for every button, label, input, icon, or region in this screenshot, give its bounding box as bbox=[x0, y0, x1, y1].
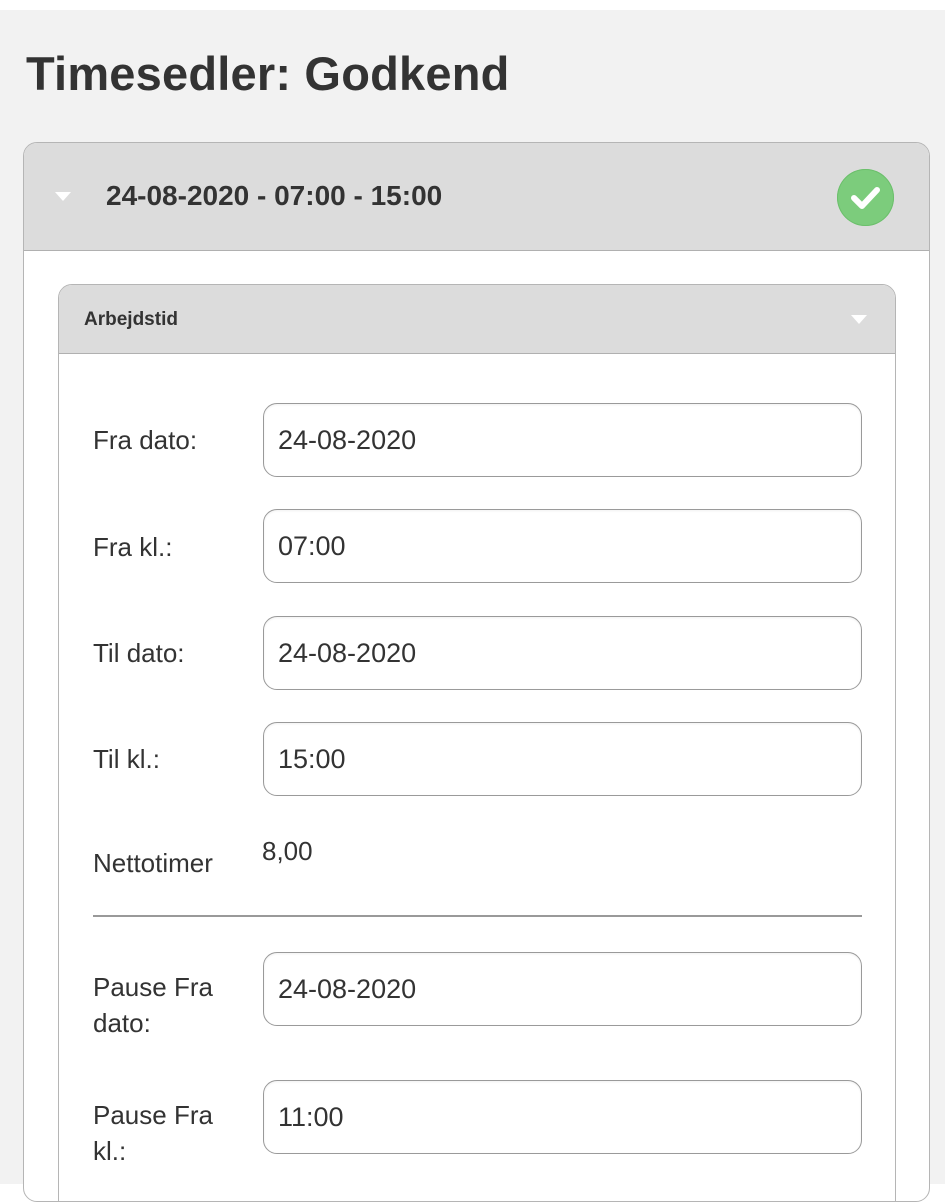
section-divider bbox=[93, 915, 862, 917]
caret-down-icon[interactable] bbox=[851, 315, 867, 324]
til-kl-label: Til kl.: bbox=[93, 744, 160, 774]
caret-down-icon[interactable] bbox=[55, 192, 71, 201]
fra-kl-input[interactable] bbox=[263, 509, 862, 583]
pause-fra-kl-input[interactable] bbox=[263, 1080, 862, 1154]
til-dato-input[interactable] bbox=[263, 616, 862, 690]
page-title: Timesedler: Godkend bbox=[26, 47, 510, 100]
check-circle-icon bbox=[837, 169, 894, 226]
timesheet-header[interactable]: 24-08-2020 - 07:00 - 15:00 bbox=[24, 143, 929, 251]
timesheet-card: 24-08-2020 - 07:00 - 15:00 Arbejdstid Fr… bbox=[23, 142, 930, 1202]
pause-fra-kl-label: Pause Fra kl.: bbox=[93, 1100, 213, 1166]
fra-dato-label: Fra dato: bbox=[93, 425, 198, 455]
worktime-section-title[interactable]: Arbejdstid bbox=[84, 309, 178, 331]
til-dato-label: Til dato: bbox=[93, 638, 185, 668]
timesheet-title[interactable]: 24-08-2020 - 07:00 - 15:00 bbox=[106, 180, 442, 212]
fra-dato-input[interactable] bbox=[263, 403, 862, 477]
fra-kl-label: Fra kl.: bbox=[93, 532, 173, 562]
nettotimer-value: 8,00 bbox=[262, 836, 313, 866]
worktime-section-header[interactable]: Arbejdstid bbox=[59, 285, 895, 354]
pause-fra-dato-label: Pause Fra dato: bbox=[93, 972, 213, 1038]
nettotimer-label: Nettotimer bbox=[93, 848, 213, 878]
pause-fra-dato-input[interactable] bbox=[263, 952, 862, 1026]
worktime-section: Arbejdstid Fra dato: Fra kl.: Til dato: … bbox=[58, 284, 896, 1201]
til-kl-input[interactable] bbox=[263, 722, 862, 796]
page-background: Timesedler: Godkend 24-08-2020 - 07:00 -… bbox=[0, 10, 945, 1202]
